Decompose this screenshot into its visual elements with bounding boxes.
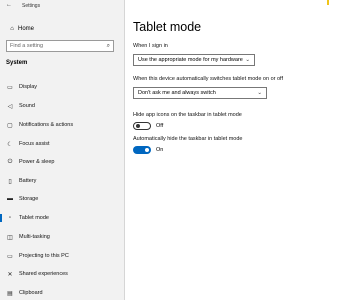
sidebar-item-label: Power & sleep bbox=[19, 159, 55, 165]
window-title: Settings bbox=[22, 3, 41, 9]
sidebar-item-label: Display bbox=[19, 84, 38, 90]
tablet-icon: ▫ bbox=[8, 215, 12, 221]
sidebar-item-label: Battery bbox=[19, 178, 37, 184]
chevron-down-icon: ⌄ bbox=[257, 90, 262, 96]
switch-dropdown[interactable]: Don't ask me and always switch ⌄ bbox=[133, 87, 267, 99]
sidebar-item-label: Shared experiences bbox=[19, 271, 68, 277]
sidebar-item-label: Tablet mode bbox=[19, 215, 49, 221]
monitor-icon: ▭ bbox=[7, 84, 13, 91]
notifications-icon: ▢ bbox=[7, 122, 13, 129]
sidebar-item-power-sleep[interactable]: ⏻ Power & sleep bbox=[0, 157, 123, 167]
search-icon[interactable]: ⌕ bbox=[107, 43, 110, 50]
sidebar-item-label: Storage bbox=[19, 196, 39, 202]
search-input[interactable] bbox=[10, 43, 98, 49]
toggle-knob bbox=[145, 148, 149, 152]
search-box[interactable]: ⌕ bbox=[6, 40, 114, 52]
sidebar-item-shared-experiences[interactable]: ✕ Shared experiences bbox=[0, 269, 123, 279]
hide-icons-toggle-row: Off bbox=[133, 122, 163, 130]
auto-hide-state: On bbox=[156, 147, 164, 153]
page-title: Tablet mode bbox=[133, 20, 202, 34]
sidebar-item-sound[interactable]: ◁ Sound bbox=[0, 101, 123, 111]
sidebar-item-clipboard[interactable]: ▤ Clipboard bbox=[0, 288, 123, 298]
hide-icons-label: Hide app icons on the taskbar in tablet … bbox=[133, 112, 242, 118]
home-icon: ⌂ bbox=[10, 26, 14, 32]
storage-icon: ▬ bbox=[7, 196, 13, 202]
battery-icon: ▯ bbox=[8, 178, 12, 185]
sidebar-item-tablet-mode[interactable]: ▫ Tablet mode bbox=[0, 213, 123, 223]
toggle-knob bbox=[136, 124, 140, 128]
hide-icons-toggle[interactable] bbox=[133, 122, 151, 130]
home-label: Home bbox=[18, 26, 35, 32]
power-icon: ⏻ bbox=[7, 158, 13, 165]
sidebar-item-label: Notifications & actions bbox=[19, 122, 74, 128]
sidebar-item-focus-assist[interactable]: ☾ Focus assist bbox=[0, 139, 123, 149]
corner-mark bbox=[327, 0, 329, 5]
switch-label: When this device automatically switches … bbox=[133, 76, 284, 82]
sidebar-item-projecting[interactable]: ▭ Projecting to this PC bbox=[0, 251, 123, 261]
multitasking-icon: ◫ bbox=[7, 234, 13, 241]
sidebar-item-label: Projecting to this PC bbox=[19, 253, 69, 259]
signin-label: When I sign in bbox=[133, 43, 168, 49]
sidebar-item-display[interactable]: ▭ Display bbox=[0, 82, 123, 92]
sidebar-item-label: Clipboard bbox=[19, 290, 43, 296]
sidebar-item-storage[interactable]: ▬ Storage bbox=[0, 194, 123, 204]
sidebar: ← Settings ⌂ Home ⌕ System ▭ Display ◁ S… bbox=[0, 0, 125, 300]
home-nav-item[interactable]: ⌂ Home bbox=[6, 24, 116, 34]
section-label: System bbox=[6, 60, 28, 66]
chevron-down-icon: ⌄ bbox=[245, 57, 250, 63]
auto-hide-label: Automatically hide the taskbar in tablet… bbox=[133, 136, 243, 142]
sidebar-item-multitasking[interactable]: ◫ Multi-tasking bbox=[0, 232, 123, 242]
main-content: Tablet mode When I sign in Use the appro… bbox=[124, 0, 342, 300]
back-arrow-icon[interactable]: ← bbox=[6, 2, 12, 8]
signin-dropdown[interactable]: Use the appropriate mode for my hardware… bbox=[133, 54, 255, 66]
auto-hide-toggle-row: On bbox=[133, 146, 163, 154]
sidebar-item-notifications[interactable]: ▢ Notifications & actions bbox=[0, 120, 123, 130]
projecting-icon: ▭ bbox=[7, 253, 13, 260]
speaker-icon: ◁ bbox=[7, 103, 13, 110]
sidebar-item-label: Multi-tasking bbox=[19, 234, 50, 240]
sidebar-item-label: Focus assist bbox=[19, 141, 50, 147]
sidebar-item-label: Sound bbox=[19, 103, 35, 109]
shared-experiences-icon: ✕ bbox=[7, 271, 13, 278]
clipboard-icon: ▤ bbox=[7, 290, 13, 297]
auto-hide-toggle[interactable] bbox=[133, 146, 151, 154]
signin-dropdown-value: Use the appropriate mode for my hardware bbox=[138, 57, 243, 63]
switch-dropdown-value: Don't ask me and always switch bbox=[138, 90, 216, 96]
hide-icons-state: Off bbox=[156, 123, 164, 129]
sidebar-item-battery[interactable]: ▯ Battery bbox=[0, 176, 123, 186]
moon-icon: ☾ bbox=[7, 141, 13, 148]
